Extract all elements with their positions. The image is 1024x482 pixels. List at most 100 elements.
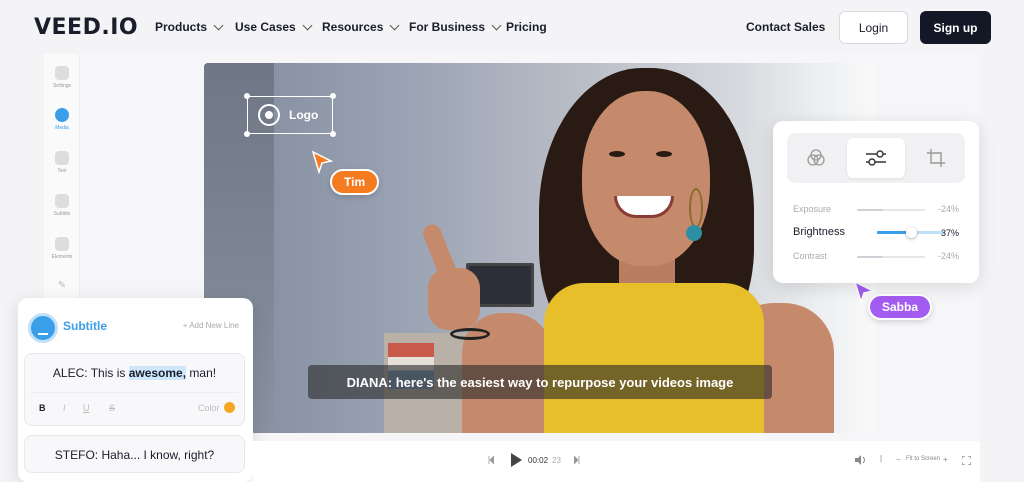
text-icon	[55, 151, 69, 165]
underline-button[interactable]: U	[83, 403, 90, 413]
nav-for-business[interactable]: For Business	[409, 20, 502, 34]
resize-handle[interactable]	[244, 93, 250, 99]
adjust-panel: Exposure -24% Brightness 37% Contrast -2…	[773, 121, 979, 283]
subtitle-line-card[interactable]: ALEC: This is awesome, man!	[24, 353, 245, 426]
adjust-row-label: Brightness	[793, 226, 845, 238]
slider-fill	[857, 256, 883, 258]
play-icon[interactable]	[511, 453, 522, 467]
sidebar-item-media[interactable]: Media	[44, 108, 80, 131]
contrast-slider[interactable]	[857, 256, 925, 258]
top-navigation: VEED.IO Products Use Cases Resources For…	[0, 0, 1024, 54]
nav-products[interactable]: Products	[155, 20, 224, 34]
chevron-down-icon	[389, 20, 400, 30]
slider-knob[interactable]	[906, 227, 917, 238]
sidebar-item-label: Settings	[52, 83, 72, 89]
subtitle-panel: Subtitle + Add New Line ALEC: This is aw…	[18, 298, 253, 482]
cursor-tim-arrow	[311, 150, 333, 174]
adjust-row-contrast[interactable]: Contrast -24%	[793, 249, 963, 265]
cursor-arrow-icon	[311, 150, 333, 174]
exposure-slider[interactable]	[857, 209, 925, 211]
subtitle-icon	[55, 194, 69, 208]
sidebar-item-settings[interactable]: Settings	[44, 66, 80, 89]
login-button[interactable]: Login	[839, 11, 908, 44]
brand-logo[interactable]: VEED.IO	[34, 15, 138, 40]
nav-pricing[interactable]: Pricing	[506, 20, 547, 34]
logo-mark-icon	[258, 104, 280, 126]
nav-label: Resources	[322, 20, 384, 34]
tab-crop[interactable]	[907, 138, 965, 178]
nav-label: Pricing	[506, 20, 547, 34]
strikethrough-button[interactable]: S	[109, 403, 115, 413]
video-caption[interactable]: DIANA: here's the easiest way to repurpo…	[308, 365, 772, 399]
tab-adjust[interactable]	[847, 138, 905, 178]
subtitle-line-text[interactable]: STEFO: Haha... I know, right?	[25, 448, 244, 462]
divider: |	[880, 454, 883, 463]
color-swatch[interactable]	[224, 402, 235, 413]
resize-handle[interactable]	[330, 131, 336, 137]
adjust-row-brightness[interactable]: Brightness 37%	[793, 224, 963, 240]
subtitle-line-text[interactable]: ALEC: This is awesome, man!	[25, 366, 244, 380]
nav-label: Use Cases	[235, 20, 296, 34]
sidebar-item-subtitle[interactable]: Subtitle	[44, 194, 80, 217]
person-eye	[609, 151, 625, 157]
signup-button[interactable]: Sign up	[920, 11, 991, 44]
person-earring	[689, 188, 703, 228]
chevron-down-icon	[213, 20, 224, 30]
subtitle-line-card[interactable]: STEFO: Haha... I know, right?	[24, 435, 245, 473]
subtitle-panel-title: Subtitle	[63, 319, 107, 333]
person-earring-bead	[686, 225, 702, 241]
resize-handle[interactable]	[244, 131, 250, 137]
skip-back-icon[interactable]	[488, 456, 494, 464]
contact-sales-link[interactable]: Contact Sales	[746, 20, 825, 34]
adjust-row-value: -24%	[937, 251, 959, 261]
sidebar-item-draw[interactable]: ✎	[44, 280, 80, 297]
adjust-row-exposure[interactable]: Exposure -24%	[793, 202, 963, 218]
subtitle-icon	[28, 313, 58, 343]
nav-use-cases[interactable]: Use Cases	[235, 20, 313, 34]
nav-resources[interactable]: Resources	[322, 20, 400, 34]
sidebar-item-text[interactable]: Text	[44, 151, 80, 174]
person-top	[544, 283, 764, 433]
collaborator-tag-sabba: Sabba	[868, 294, 933, 320]
person-bracelet	[450, 328, 490, 340]
person-hand	[428, 268, 480, 330]
skip-forward-icon[interactable]	[574, 456, 580, 464]
adjust-icon	[866, 150, 886, 166]
frame-count: 23	[552, 456, 561, 465]
nav-label: Products	[155, 20, 208, 34]
sidebar-item-label: Subtitle	[53, 211, 71, 217]
player-controls: 00:02 23 | − Fit to Screen +	[253, 441, 980, 482]
brightness-slider[interactable]	[877, 227, 945, 238]
resize-handle[interactable]	[330, 93, 336, 99]
crop-icon	[927, 149, 945, 167]
tab-filters[interactable]	[787, 138, 845, 178]
add-new-line-button[interactable]: + Add New Line	[183, 321, 239, 330]
adjust-row-value: 37%	[940, 228, 959, 238]
italic-button[interactable]: I	[63, 403, 66, 413]
zoom-in-button[interactable]: +	[943, 455, 948, 464]
sidebar-item-elements[interactable]: Elements	[44, 237, 80, 260]
sidebar-item-label: Elements	[51, 254, 73, 260]
filters-icon	[807, 149, 825, 166]
logo-overlay-label: Logo	[289, 108, 319, 122]
person-eye	[656, 151, 672, 157]
subtitle-text-part: ALEC: This is	[52, 366, 129, 380]
fit-to-screen-button[interactable]: Fit to Screen	[906, 456, 940, 462]
volume-icon[interactable]	[855, 455, 867, 465]
sidebar-item-label: Media	[55, 125, 69, 131]
chevron-down-icon	[491, 20, 502, 30]
collaborator-tag-tim: Tim	[330, 169, 380, 195]
fullscreen-icon[interactable]	[962, 456, 971, 465]
adjust-tabs	[787, 133, 965, 183]
zoom-out-button[interactable]: −	[896, 455, 901, 464]
adjust-row-value: -24%	[937, 204, 959, 214]
current-time: 00:02	[528, 456, 549, 465]
subtitle-text-highlight: awesome,	[128, 366, 187, 380]
subtitle-text-part: man!	[186, 366, 217, 380]
slider-fill	[857, 209, 883, 211]
bold-button[interactable]: B	[39, 403, 46, 413]
elements-icon	[55, 237, 69, 251]
chevron-down-icon	[302, 20, 313, 30]
color-label: Color	[198, 403, 220, 413]
sidebar-item-label: Text	[57, 168, 67, 174]
